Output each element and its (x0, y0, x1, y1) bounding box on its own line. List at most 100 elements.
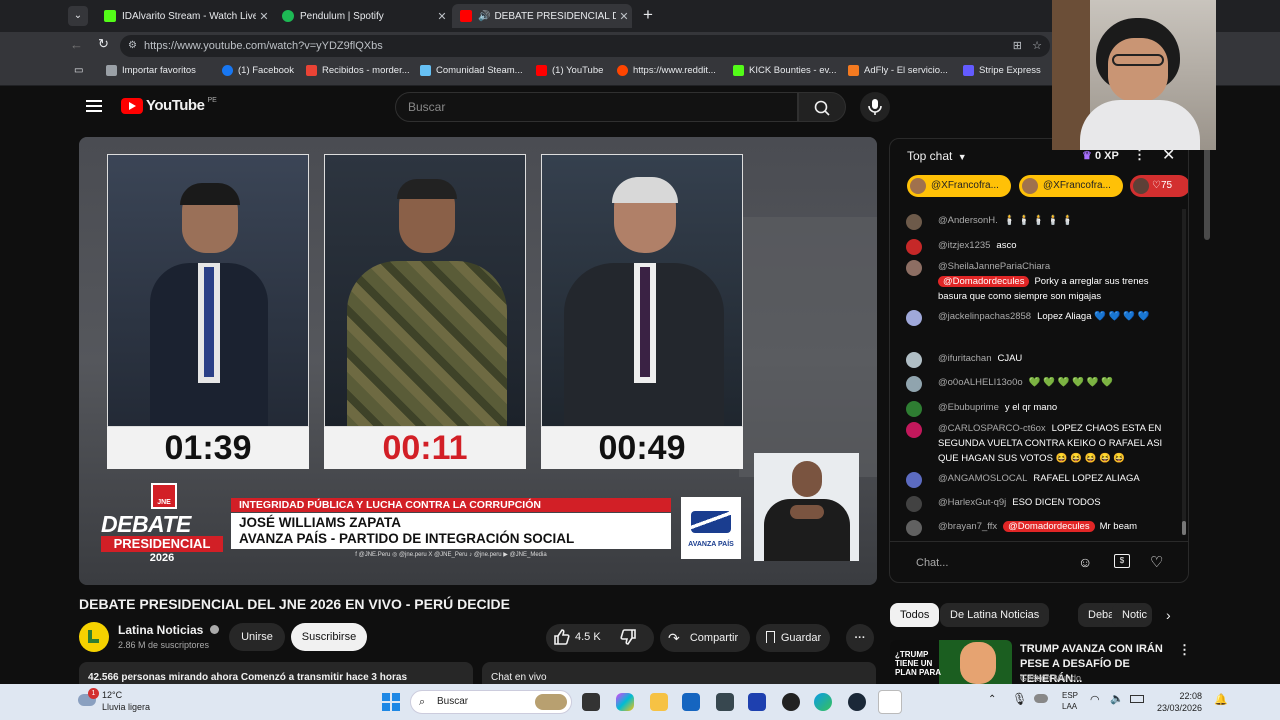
avatar[interactable] (906, 239, 922, 255)
weather-widget[interactable]: 1 12°C Lluvia ligera (78, 688, 178, 716)
clock[interactable]: 22:08 23/03/2026 (1152, 690, 1202, 714)
chip-noticias[interactable]: Notic (1112, 603, 1152, 627)
pen-app-icon[interactable] (748, 693, 766, 711)
edge-icon[interactable] (814, 693, 832, 711)
menu-icon[interactable] (86, 100, 102, 112)
tablet-icon[interactable]: ▭ (74, 65, 83, 76)
bookmark-reddit[interactable]: https://www.reddit... (617, 65, 716, 76)
chat-author[interactable]: @brayan7_ffx (938, 521, 997, 532)
chat-scrollbar[interactable] (1182, 209, 1186, 535)
chat-author[interactable]: @SheilaJannePariaChiara (938, 261, 1050, 272)
battery-icon[interactable] (1130, 695, 1144, 703)
heart-icon[interactable]: ♡ (1150, 553, 1163, 571)
bookmark-adfly[interactable]: AdFly - El servicio... (848, 65, 948, 76)
more-vert-icon[interactable]: ⋮ (1178, 642, 1191, 658)
chat-author[interactable]: @CARLOSPARCO-ct6ox (938, 423, 1046, 434)
bookmark-kick[interactable]: KICK Bounties - ev... (733, 65, 836, 76)
volume-icon[interactable]: 🔈 (1110, 692, 1124, 705)
bookmark-import[interactable]: Importar favoritos (106, 65, 196, 76)
start-button[interactable] (382, 693, 400, 711)
avatar[interactable] (906, 310, 922, 326)
avatar[interactable] (906, 352, 922, 368)
super-chat-icon[interactable]: $ (1114, 554, 1130, 568)
join-button[interactable]: Unirse (229, 623, 285, 651)
tab-kick-stream[interactable]: IDAlvarito Stream - Watch Live on ✕ (96, 4, 272, 28)
page-scrollbar[interactable] (1204, 140, 1210, 240)
avatar[interactable] (906, 214, 922, 230)
pinned-donor-chip[interactable]: @XFrancofra... (907, 175, 1011, 197)
new-tab-button[interactable]: + (638, 4, 658, 26)
bookmark-gmail[interactable]: Recibidos - morder... (306, 65, 410, 76)
site-info-icon[interactable]: ⚙ (128, 35, 137, 57)
chat-author[interactable]: @ifuritachan (938, 353, 991, 364)
task-view-icon[interactable] (582, 693, 600, 711)
back-icon[interactable]: ← (70, 37, 83, 52)
channel-name[interactable]: Latina Noticias (118, 623, 219, 637)
install-app-icon[interactable]: ⊞ (1013, 35, 1022, 57)
avatar[interactable] (906, 401, 922, 417)
avatar[interactable] (906, 422, 922, 438)
cloud-icon[interactable] (1034, 694, 1048, 703)
notification-bell-icon[interactable]: 🔔 (1214, 693, 1228, 706)
share-button[interactable]: ↷ Compartir (660, 624, 750, 652)
avatar[interactable] (906, 472, 922, 488)
chat-author[interactable]: @o0oALHELI13o0o (938, 377, 1023, 388)
copilot-icon[interactable] (616, 693, 634, 711)
avatar[interactable] (906, 376, 922, 392)
taskbar-search[interactable]: ⌕ Buscar (410, 690, 572, 714)
chip-latina[interactable]: De Latina Noticias (940, 603, 1050, 627)
like-button[interactable]: 4.5 K (552, 628, 601, 646)
wifi-icon[interactable]: ◠ (1090, 693, 1100, 706)
pinned-count-chip[interactable]: ♡75 (1130, 175, 1188, 197)
related-video-thumbnail[interactable]: ¿TRUMP TIENE UN PLAN PARA (890, 640, 1012, 684)
dislike-button[interactable] (620, 628, 638, 651)
bookmark-steam[interactable]: Comunidad Steam... (420, 65, 523, 76)
tab-list-button[interactable]: ⌄ (68, 6, 88, 26)
voice-search-button[interactable] (860, 92, 890, 122)
app-icon[interactable] (716, 693, 734, 711)
search-input[interactable]: Buscar (395, 92, 798, 122)
mention-chip[interactable]: @Domadordecules (1003, 521, 1095, 532)
channel-avatar[interactable] (79, 622, 109, 652)
video-player[interactable]: 01:39 00:11 00:49 JNE DEBATE PRESIDENCIA… (79, 137, 877, 585)
recorder-icon[interactable] (782, 693, 800, 711)
mention-chip[interactable]: @Domadordecules (938, 276, 1030, 287)
chat-author[interactable]: @itzjex1235 (938, 240, 990, 251)
chat-author[interactable]: @HarlexGut-q9j (938, 497, 1006, 508)
steam-icon[interactable] (848, 693, 866, 711)
reload-icon[interactable]: ↻ (98, 36, 109, 52)
subscribe-button[interactable]: Suscribirse (291, 623, 367, 651)
close-icon[interactable]: ✕ (256, 10, 272, 23)
bookmark-stripe[interactable]: Stripe Express (963, 65, 1041, 76)
chat-mode-selector[interactable]: Top chat ▼ (907, 149, 967, 163)
chat-author[interactable]: @ANGAMOSLOCAL (938, 473, 1027, 484)
pinned-donor-chip[interactable]: @XFrancofra... (1019, 175, 1123, 197)
live-chat-replay-box[interactable]: Chat en vivo (482, 662, 876, 684)
bookmark-youtube[interactable]: (1) YouTube (536, 65, 603, 76)
address-bar[interactable]: ⚙ https://www.youtube.com/watch?v=yYDZ9f… (120, 35, 1050, 57)
xp-badge[interactable]: ♛ 0 XP (1082, 149, 1119, 162)
close-icon[interactable]: ✕ (434, 10, 450, 23)
bookmark-star-icon[interactable]: ☆ (1032, 35, 1042, 57)
emoji-icon[interactable]: ☺ (1078, 554, 1092, 570)
store-icon[interactable] (682, 693, 700, 711)
microphone-icon[interactable]: 🎙 (1012, 692, 1027, 706)
active-app-icon[interactable] (878, 690, 902, 714)
chat-input[interactable]: Chat... (916, 557, 948, 569)
youtube-logo[interactable]: YouTube PE (121, 97, 217, 114)
file-explorer-icon[interactable] (650, 693, 668, 711)
avatar[interactable] (906, 260, 922, 276)
chat-author[interactable]: @Ebubuprime (938, 402, 999, 413)
close-icon[interactable]: ✕ (616, 10, 632, 23)
bookmark-facebook[interactable]: (1) Facebook (222, 65, 294, 76)
avatar[interactable] (906, 496, 922, 512)
search-button[interactable] (798, 92, 846, 122)
chat-author[interactable]: @jackelinpachas2858 (938, 311, 1031, 322)
chevron-up-icon[interactable]: ⌃ (988, 694, 996, 705)
save-button[interactable]: Guardar (756, 624, 830, 652)
tab-youtube-debate[interactable]: 🔊 DEBATE PRESIDENCIAL DEL JN ✕ (452, 4, 632, 28)
chip-todos[interactable]: Todos (890, 603, 940, 627)
language-indicator[interactable]: ESP LAA (1062, 690, 1078, 712)
tab-spotify[interactable]: Pendulum | Spotify ✕ (274, 4, 450, 28)
avatar[interactable] (906, 520, 922, 536)
